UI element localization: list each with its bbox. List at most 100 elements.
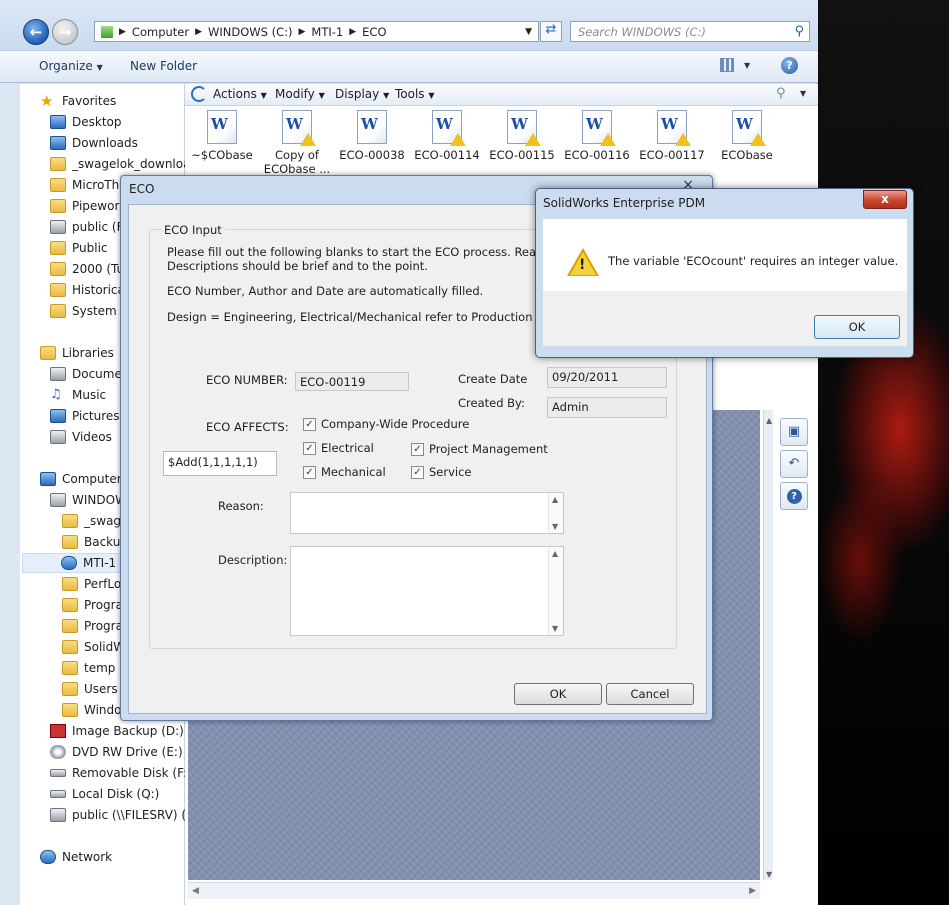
file-item[interactable]: W Copy of ECObase ... xyxy=(261,110,333,176)
description-label: Description: xyxy=(218,553,288,567)
create-date-field: 09/20/2011 xyxy=(547,367,667,388)
backup-drive-icon xyxy=(50,724,66,738)
description-textarea[interactable]: ▲ ▼ xyxy=(290,546,564,636)
local-disk-icon xyxy=(50,790,66,798)
folder-icon xyxy=(50,283,66,297)
file-item[interactable]: W ECO-00038 xyxy=(336,110,408,162)
message-box-title: SolidWorks Enterprise PDM xyxy=(543,196,706,210)
search-placeholder: Search WINDOWS (C:) xyxy=(578,25,706,39)
word-document-warning-icon: W xyxy=(657,110,691,146)
scroll-left-arrow-icon[interactable]: ◀ xyxy=(192,886,199,896)
file-item[interactable]: W ECO-00116 xyxy=(561,110,633,162)
file-item[interactable]: W ECO-00117 xyxy=(636,110,708,162)
preview-horizontal-scrollbar[interactable]: ◀ ▶ xyxy=(188,882,760,899)
description-scrollbar[interactable]: ▲ ▼ xyxy=(548,547,563,635)
chevron-down-icon: ▼ xyxy=(260,91,267,100)
save-button[interactable]: ▣ xyxy=(780,418,808,446)
network-icon xyxy=(40,850,56,864)
breadcrumb-drive[interactable]: WINDOWS (C:) xyxy=(202,25,298,39)
pdm-display-menu[interactable]: Display ▼ xyxy=(335,87,389,101)
reason-label: Reason: xyxy=(218,499,264,513)
back-button[interactable]: ← xyxy=(23,19,49,45)
file-item[interactable]: W ECO-00114 xyxy=(411,110,483,162)
reason-textarea[interactable]: ▲ ▼ xyxy=(290,492,564,534)
message-box-close-button[interactable]: x xyxy=(863,190,907,209)
help-icon[interactable]: ? xyxy=(781,57,798,74)
chevron-down-icon[interactable]: ▼ xyxy=(800,89,806,98)
folder-icon xyxy=(50,178,66,192)
nav-favorites[interactable]: ★ Favorites xyxy=(40,91,116,111)
view-options-icon[interactable] xyxy=(720,58,734,72)
folder-icon xyxy=(50,262,66,276)
eco-number-label: ECO NUMBER: xyxy=(206,373,288,387)
checkmark-icon: ✓ xyxy=(411,442,424,456)
new-folder-button[interactable]: New Folder xyxy=(130,59,197,73)
pdm-actions-menu[interactable]: Actions ▼ xyxy=(213,87,267,101)
chevron-down-icon[interactable]: ▼ xyxy=(525,27,532,37)
breadcrumb-mti[interactable]: MTI-1 xyxy=(305,25,349,39)
project-management-checkbox[interactable]: ✓ Project Management xyxy=(411,442,548,456)
nav-drive-e[interactable]: DVD RW Drive (E:) EP xyxy=(50,742,185,762)
instructions-line: Please fill out the following blanks to … xyxy=(167,245,582,259)
nav-drive-q[interactable]: Local Disk (Q:) xyxy=(50,784,185,804)
breadcrumb-computer[interactable]: Computer xyxy=(126,25,195,39)
mechanical-checkbox[interactable]: ✓ Mechanical xyxy=(303,465,386,479)
scroll-up-arrow-icon[interactable]: ▲ xyxy=(766,416,772,425)
nav-drive-f[interactable]: Removable Disk (F:) xyxy=(50,763,185,783)
service-checkbox[interactable]: ✓ Service xyxy=(411,465,472,479)
folder-icon xyxy=(62,535,78,549)
created-by-label: Created By: xyxy=(458,396,525,410)
scroll-down-arrow-icon[interactable]: ▼ xyxy=(766,870,772,879)
folder-icon xyxy=(62,598,78,612)
file-item[interactable]: W ECObase xyxy=(711,110,783,162)
pdm-vault-icon xyxy=(61,556,77,570)
chevron-down-icon[interactable]: ▼ xyxy=(744,61,750,70)
scroll-right-arrow-icon[interactable]: ▶ xyxy=(749,886,756,896)
forward-button[interactable]: → xyxy=(52,19,78,45)
star-icon: ★ xyxy=(40,92,54,110)
eco-cancel-button[interactable]: Cancel xyxy=(606,683,694,705)
nav-libraries[interactable]: Libraries xyxy=(40,343,114,363)
search-input[interactable]: Search WINDOWS (C:) ⚲ xyxy=(570,21,810,42)
reason-scrollbar[interactable]: ▲ ▼ xyxy=(548,493,563,533)
refresh-button[interactable]: ⇄ xyxy=(540,21,562,42)
file-item[interactable]: W ECO-00115 xyxy=(486,110,558,162)
file-item[interactable]: W ~$CObase xyxy=(186,110,258,162)
nav-computer[interactable]: Computer xyxy=(40,469,122,489)
company-wide-checkbox[interactable]: ✓ Company-Wide Procedure xyxy=(303,417,469,431)
nav-drive-z[interactable]: public (\\FILESRV) (Z xyxy=(50,805,185,825)
eco-count-input[interactable]: $Add(1,1,1,1,1) xyxy=(163,451,277,476)
nav-downloads[interactable]: Downloads xyxy=(50,133,185,153)
pdm-search-icon[interactable]: ⚲ xyxy=(776,86,786,101)
organize-menu[interactable]: Organize ▼ xyxy=(39,59,103,73)
breadcrumb-eco[interactable]: ECO xyxy=(356,25,392,39)
folder-path-icon xyxy=(101,25,113,38)
scroll-up-arrow-icon: ▲ xyxy=(552,495,559,504)
folder-icon xyxy=(62,682,78,696)
scroll-down-arrow-icon: ▼ xyxy=(552,522,559,531)
desktop-icon xyxy=(50,115,66,129)
electrical-checkbox[interactable]: ✓ Electrical xyxy=(303,441,374,455)
documents-icon xyxy=(50,367,66,381)
undo-button[interactable]: ↶ xyxy=(780,450,808,478)
eco-ok-button[interactable]: OK xyxy=(514,683,602,705)
pdm-refresh-icon[interactable] xyxy=(191,86,207,102)
network-drive-icon xyxy=(50,220,66,234)
nav-network[interactable]: Network xyxy=(40,847,112,867)
nav-drive-d[interactable]: Image Backup (D:) xyxy=(50,721,185,741)
pdm-modify-menu[interactable]: Modify ▼ xyxy=(275,87,325,101)
preview-scrollbar[interactable] xyxy=(763,410,773,880)
address-bar[interactable]: ▶ Computer ▶ WINDOWS (C:) ▶ MTI-1 ▶ ECO … xyxy=(94,21,539,42)
error-message-box: SolidWorks Enterprise PDM x ! The variab… xyxy=(535,188,914,358)
scroll-down-arrow-icon: ▼ xyxy=(552,624,559,633)
folder-icon xyxy=(50,241,66,255)
message-ok-button[interactable]: OK xyxy=(814,315,900,339)
eco-input-group-label: ECO Input xyxy=(161,223,225,237)
help-icon: ? xyxy=(786,489,802,504)
nav-fav-folder[interactable]: _swagelok_downloac xyxy=(50,154,185,174)
undo-icon: ↶ xyxy=(788,456,800,471)
help-button[interactable]: ? xyxy=(780,482,808,510)
search-icon[interactable]: ⚲ xyxy=(794,24,804,39)
nav-desktop[interactable]: Desktop xyxy=(50,112,185,132)
pdm-tools-menu[interactable]: Tools ▼ xyxy=(395,87,435,101)
